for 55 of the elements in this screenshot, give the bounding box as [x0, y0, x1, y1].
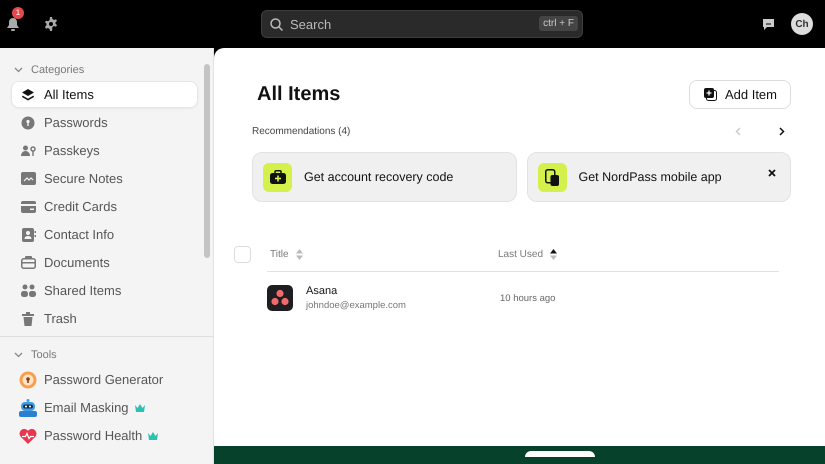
keyhole-icon	[21, 116, 35, 130]
bell-icon[interactable]	[6, 17, 20, 31]
sidebar-item[interactable]: Password Health	[11, 422, 207, 449]
robot-icon	[18, 398, 38, 416]
sidebar-item[interactable]: Email Masking	[11, 394, 207, 421]
sidebar-item[interactable]: Passkeys	[11, 137, 198, 164]
keyboard-shortcut: ctrl + F	[539, 16, 578, 31]
sidebar-item[interactable]: Trash	[11, 305, 198, 332]
heart-pulse-icon	[19, 428, 37, 444]
sidebar-item[interactable]: Shared Items	[11, 277, 198, 304]
chevron-icon	[14, 67, 23, 73]
section-header[interactable]: Tools	[11, 345, 207, 365]
chat-icon[interactable]	[762, 18, 775, 30]
first-aid-kit-icon	[270, 170, 286, 184]
chevron-icon	[14, 352, 23, 358]
sidebar-item[interactable]: Secure Notes	[11, 165, 198, 192]
column-header[interactable]: Last Used	[498, 248, 544, 260]
select-all-checkbox[interactable]	[234, 246, 251, 262]
item-username: johndoe@example.com	[306, 300, 407, 311]
add-icon	[704, 88, 717, 101]
recommendation-text: Get account recovery code	[304, 170, 454, 184]
layers-icon	[21, 88, 35, 102]
devices-icon	[545, 168, 559, 186]
sidebar-item[interactable]: Passwords	[11, 109, 198, 136]
sidebar-item[interactable]: Credit Cards	[11, 193, 198, 220]
app-logo-icon	[267, 285, 293, 311]
trash-icon	[21, 312, 35, 326]
sort-icon[interactable]	[550, 248, 558, 260]
user-avatar[interactable]: Ch	[791, 13, 813, 35]
document-icon	[20, 256, 36, 269]
add-item-button[interactable]: Add Item	[688, 80, 791, 109]
section-header[interactable]: Categories	[11, 60, 198, 80]
sidebar-item[interactable]: All Items	[11, 81, 198, 108]
sidebar-item[interactable]: Password Generator	[11, 366, 207, 393]
recommendation-text: Get NordPass mobile app	[578, 170, 722, 184]
item-title[interactable]: Asana	[306, 285, 500, 297]
search-icon	[270, 18, 283, 31]
password-generator-icon	[19, 370, 37, 388]
recommendations-label: Recommendations (4)	[252, 126, 350, 137]
recommendation-card[interactable]: Get NordPass mobile app	[526, 152, 791, 202]
sidebar-item[interactable]: Contact Info	[11, 221, 198, 248]
notification-badge: 1	[12, 7, 24, 19]
sidebar-item[interactable]: Documents	[11, 249, 198, 276]
people-icon	[20, 284, 36, 297]
last-used-cell: 10 hours ago	[500, 292, 556, 304]
banner-button[interactable]	[524, 451, 594, 457]
page-title: All Items	[257, 83, 340, 106]
note-icon	[20, 172, 36, 185]
passkey-icon	[20, 144, 36, 158]
column-header[interactable]: Title	[270, 248, 289, 260]
chevron-right-icon[interactable]	[779, 127, 785, 136]
recommendation-card[interactable]: Get account recovery code	[252, 152, 516, 202]
credit-card-icon	[20, 200, 36, 212]
contact-card-icon	[20, 228, 36, 242]
settings-icon[interactable]	[44, 17, 58, 31]
